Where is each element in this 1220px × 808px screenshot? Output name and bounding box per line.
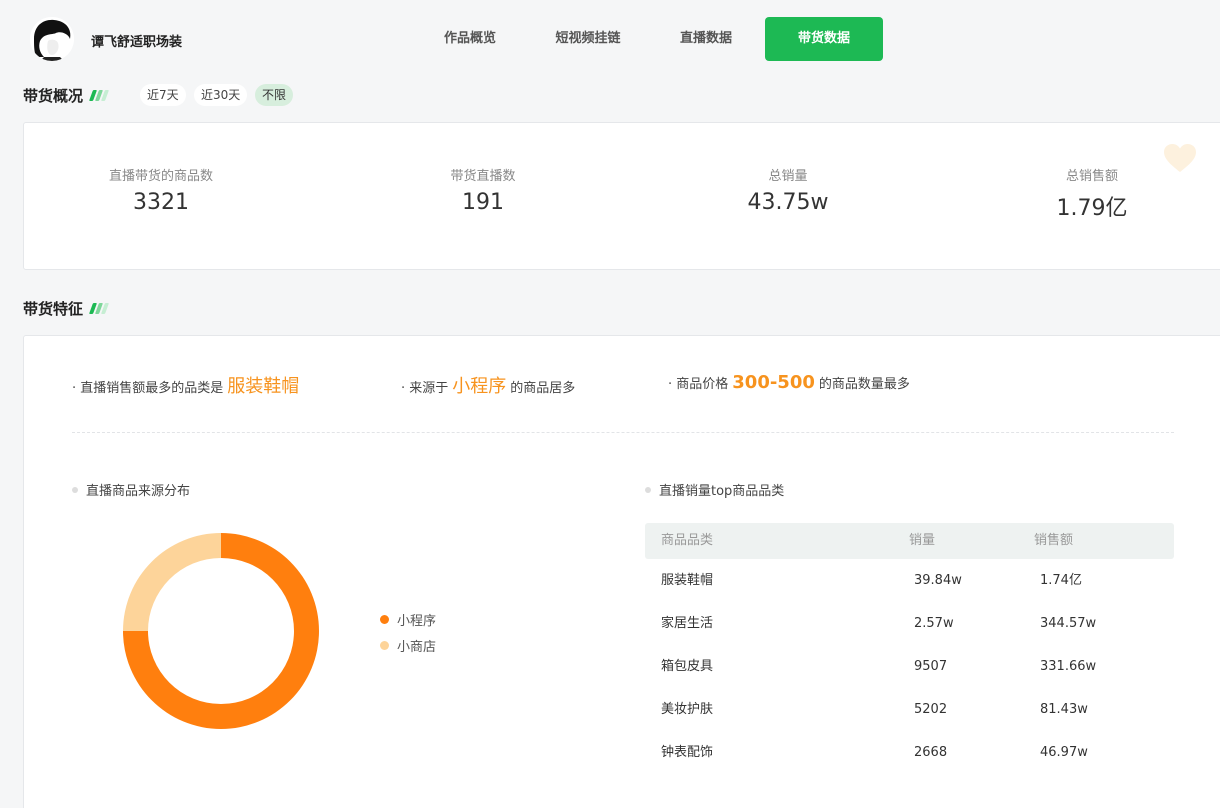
table-row: 钟表配饰 2668 46.97w xyxy=(645,731,1174,774)
feature-top-source: · 来源于 小程序 的商品居多 xyxy=(401,372,575,398)
cell-category: 美妆护肤 xyxy=(661,702,714,717)
stat-value: 1.79亿 xyxy=(1056,196,1128,221)
stat-value: 43.75w xyxy=(747,190,829,215)
stat-label: 总销售额 xyxy=(1065,169,1118,184)
feature-highlight: 服装鞋帽 xyxy=(227,376,300,397)
features-title-text: 带货特征 xyxy=(23,300,84,318)
donut-slice-small-shop[interactable] xyxy=(123,533,221,631)
cell-sales: 9507 xyxy=(914,659,948,674)
source-chart-title: 直播商品来源分布 xyxy=(72,480,190,499)
stat-total-revenue: 总销售额 1.79亿 xyxy=(992,165,1192,222)
tab-sales-data[interactable]: 带货数据 xyxy=(765,17,883,61)
tab-live-data[interactable]: 直播数据 xyxy=(666,17,746,61)
divider xyxy=(72,432,1174,433)
legend-item-miniprogram[interactable]: 小程序 xyxy=(380,610,436,629)
table-row: 家居生活 2.57w 344.57w xyxy=(645,602,1174,645)
table-row: 箱包皮具 9507 331.66w xyxy=(645,645,1174,688)
feature-top-price: · 商品价格 300-500 的商品数量最多 xyxy=(668,372,910,393)
feature-text: · 来源于 xyxy=(401,381,449,396)
cell-category: 服装鞋帽 xyxy=(661,573,714,588)
legend-label: 小商店 xyxy=(397,640,437,655)
cell-sales: 39.84w xyxy=(914,573,962,588)
stat-live-count: 带货直播数 191 xyxy=(383,165,583,215)
filter-30-days[interactable]: 近30天 xyxy=(194,84,248,106)
features-title: 带货特征 xyxy=(23,298,110,319)
column-header-sales: 销量 xyxy=(909,533,936,548)
avatar[interactable] xyxy=(30,17,74,61)
cell-sales: 2668 xyxy=(914,745,948,760)
source-chart-title-text: 直播商品来源分布 xyxy=(86,484,191,499)
cell-category: 箱包皮具 xyxy=(661,659,714,674)
stat-total-sales: 总销量 43.75w xyxy=(688,165,888,215)
table-row: 美妆护肤 5202 81.43w xyxy=(645,688,1174,731)
legend-dot-icon xyxy=(380,615,389,624)
cell-revenue: 344.57w xyxy=(1040,616,1097,631)
cell-revenue: 1.74亿 xyxy=(1040,573,1082,588)
stat-label: 直播带货的商品数 xyxy=(108,169,213,184)
bullet-icon xyxy=(645,486,651,493)
feature-text: · 商品价格 xyxy=(668,377,729,392)
cell-revenue: 46.97w xyxy=(1040,745,1088,760)
bullet-icon xyxy=(72,486,78,493)
stat-label: 总销量 xyxy=(768,169,808,184)
filter-7-days[interactable]: 近7天 xyxy=(140,84,186,106)
title-decoration-icon xyxy=(89,90,110,101)
column-header-category: 商品品类 xyxy=(661,533,714,548)
feature-text: · 直播销售额最多的品类是 xyxy=(72,381,224,396)
top-header: 谭飞舒适职场装 作品概览 短视频挂链 直播数据 带货数据 xyxy=(0,0,1220,78)
title-decoration-icon xyxy=(89,303,110,314)
feature-text: 的商品数量最多 xyxy=(818,377,910,392)
feature-top-category: · 直播销售额最多的品类是 服装鞋帽 xyxy=(72,372,303,398)
heart-icon xyxy=(1164,144,1196,172)
cell-category: 钟表配饰 xyxy=(661,745,714,760)
top-categories-title: 直播销量top商品品类 xyxy=(645,480,784,499)
stat-live-product-count: 直播带货的商品数 3321 xyxy=(61,165,261,215)
cell-category: 家居生活 xyxy=(661,616,714,631)
feature-highlight: 小程序 xyxy=(452,376,507,397)
stat-value: 191 xyxy=(462,190,504,215)
source-donut-chart xyxy=(123,533,319,729)
feature-text: 的商品居多 xyxy=(510,381,576,396)
cell-revenue: 81.43w xyxy=(1040,702,1088,717)
tab-short-video-links[interactable]: 短视频挂链 xyxy=(543,17,633,61)
stat-value: 3321 xyxy=(133,190,189,215)
top-categories-table: 商品品类 销量 销售额 服装鞋帽 39.84w 1.74亿 家居生活 2.57w… xyxy=(645,523,1174,774)
legend-label: 小程序 xyxy=(397,614,437,629)
table-row: 服装鞋帽 39.84w 1.74亿 xyxy=(645,559,1174,602)
cell-sales: 2.57w xyxy=(914,616,954,631)
legend-dot-icon xyxy=(380,641,389,650)
cell-sales: 5202 xyxy=(914,702,948,717)
column-header-revenue: 销售额 xyxy=(1034,533,1074,548)
feature-highlight: 300-500 xyxy=(732,372,815,393)
table-header: 商品品类 销量 销售额 xyxy=(645,523,1174,559)
filter-unlimited[interactable]: 不限 xyxy=(255,84,294,106)
top-categories-title-text: 直播销量top商品品类 xyxy=(659,484,785,499)
username: 谭飞舒适职场装 xyxy=(91,35,183,50)
cell-revenue: 331.66w xyxy=(1040,659,1097,674)
overview-title-text: 带货概况 xyxy=(23,87,84,105)
stat-label: 带货直播数 xyxy=(450,169,516,184)
legend-item-small-shop[interactable]: 小商店 xyxy=(380,636,436,655)
overview-title: 带货概况 xyxy=(23,85,110,106)
overview-card: 直播带货的商品数 3321 带货直播数 191 总销量 43.75w 总销售额 … xyxy=(23,122,1220,270)
tab-works-overview[interactable]: 作品概览 xyxy=(430,17,510,61)
